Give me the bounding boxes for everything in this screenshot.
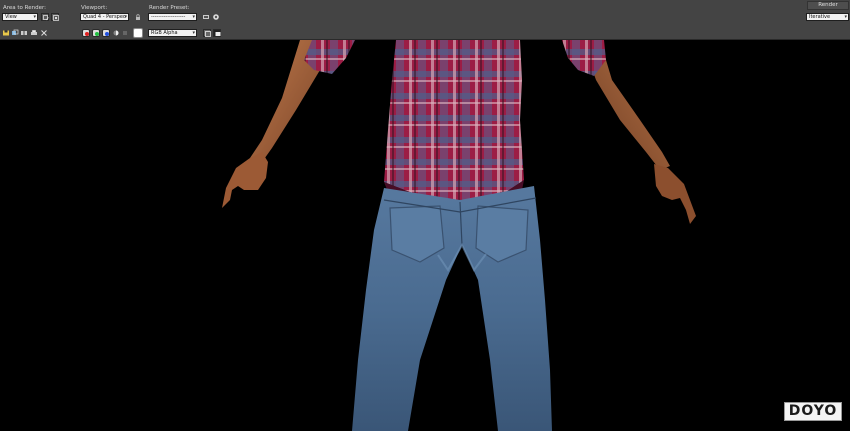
red-channel-icon [85, 32, 89, 36]
edit-region-button[interactable] [41, 13, 49, 21]
auto-region-icon [53, 15, 59, 21]
area-to-render-dropdown[interactable]: View ▾ [2, 13, 38, 21]
render-preset-value: ------------------- [151, 14, 186, 20]
render-mode-value: Iterative [809, 14, 831, 20]
color-swatch[interactable] [133, 28, 143, 38]
render-mode-dropdown[interactable]: Iterative ▾ [806, 13, 849, 21]
render-button[interactable]: Render [807, 1, 849, 10]
clone-icon [12, 29, 19, 35]
print-button[interactable] [30, 29, 38, 37]
monochrome-toggle[interactable] [121, 29, 129, 37]
environment-button[interactable] [212, 13, 220, 21]
compare-button[interactable] [20, 29, 28, 37]
channel-display-dropdown[interactable]: RGB Alpha ▾ [148, 29, 197, 37]
green-channel-toggle[interactable] [92, 29, 100, 37]
chevron-down-icon: ▾ [33, 14, 36, 20]
area-to-render-label: Area to Render: [3, 5, 47, 11]
area-to-render-value: View [5, 14, 17, 20]
toggle-ui-button[interactable] [213, 29, 221, 37]
render-toolbar: Area to Render: View ▾ Viewport: Quad 4 … [0, 0, 850, 40]
overlay-icon [205, 31, 211, 37]
blue-channel-toggle[interactable] [102, 29, 110, 37]
chevron-down-icon: ▾ [844, 14, 847, 20]
auto-region-button[interactable] [51, 13, 59, 21]
viewport-dropdown[interactable]: Quad 4 - Perspec ▾ [80, 13, 129, 21]
lock-viewport-button[interactable] [134, 13, 142, 21]
teapot-icon [213, 14, 219, 20]
edit-region-icon [43, 15, 49, 21]
monochrome-icon [123, 31, 127, 35]
channel-display-value: RGB Alpha [151, 30, 178, 36]
red-channel-toggle[interactable] [82, 29, 90, 37]
clear-button[interactable] [40, 29, 48, 37]
save-image-button[interactable] [2, 29, 10, 37]
compare-icon [21, 31, 27, 35]
blue-channel-icon [105, 32, 109, 36]
ui-icon [215, 32, 221, 36]
toggle-ui-overlay-button[interactable] [203, 29, 211, 37]
chevron-down-icon: ▾ [192, 30, 195, 36]
render-viewport [0, 40, 850, 431]
save-icon [3, 30, 9, 36]
character-render-image [222, 40, 696, 431]
green-channel-icon [95, 32, 99, 36]
doyo-watermark: DOYO [784, 402, 842, 421]
render-setup-button[interactable] [202, 13, 210, 21]
viewport-value: Quad 4 - Perspec [83, 14, 126, 20]
alpha-icon [113, 30, 119, 36]
render-setup-icon [203, 15, 209, 19]
close-icon [41, 30, 47, 36]
clone-window-button[interactable] [11, 29, 19, 37]
alpha-channel-toggle[interactable] [112, 29, 120, 37]
print-icon [31, 30, 37, 35]
render-preset-dropdown[interactable]: ------------------- ▾ [148, 13, 197, 21]
lock-icon [136, 14, 140, 20]
render-preset-label: Render Preset: [149, 5, 190, 11]
chevron-down-icon: ▾ [124, 14, 127, 20]
viewport-label: Viewport: [81, 5, 108, 11]
chevron-down-icon: ▾ [192, 14, 195, 20]
